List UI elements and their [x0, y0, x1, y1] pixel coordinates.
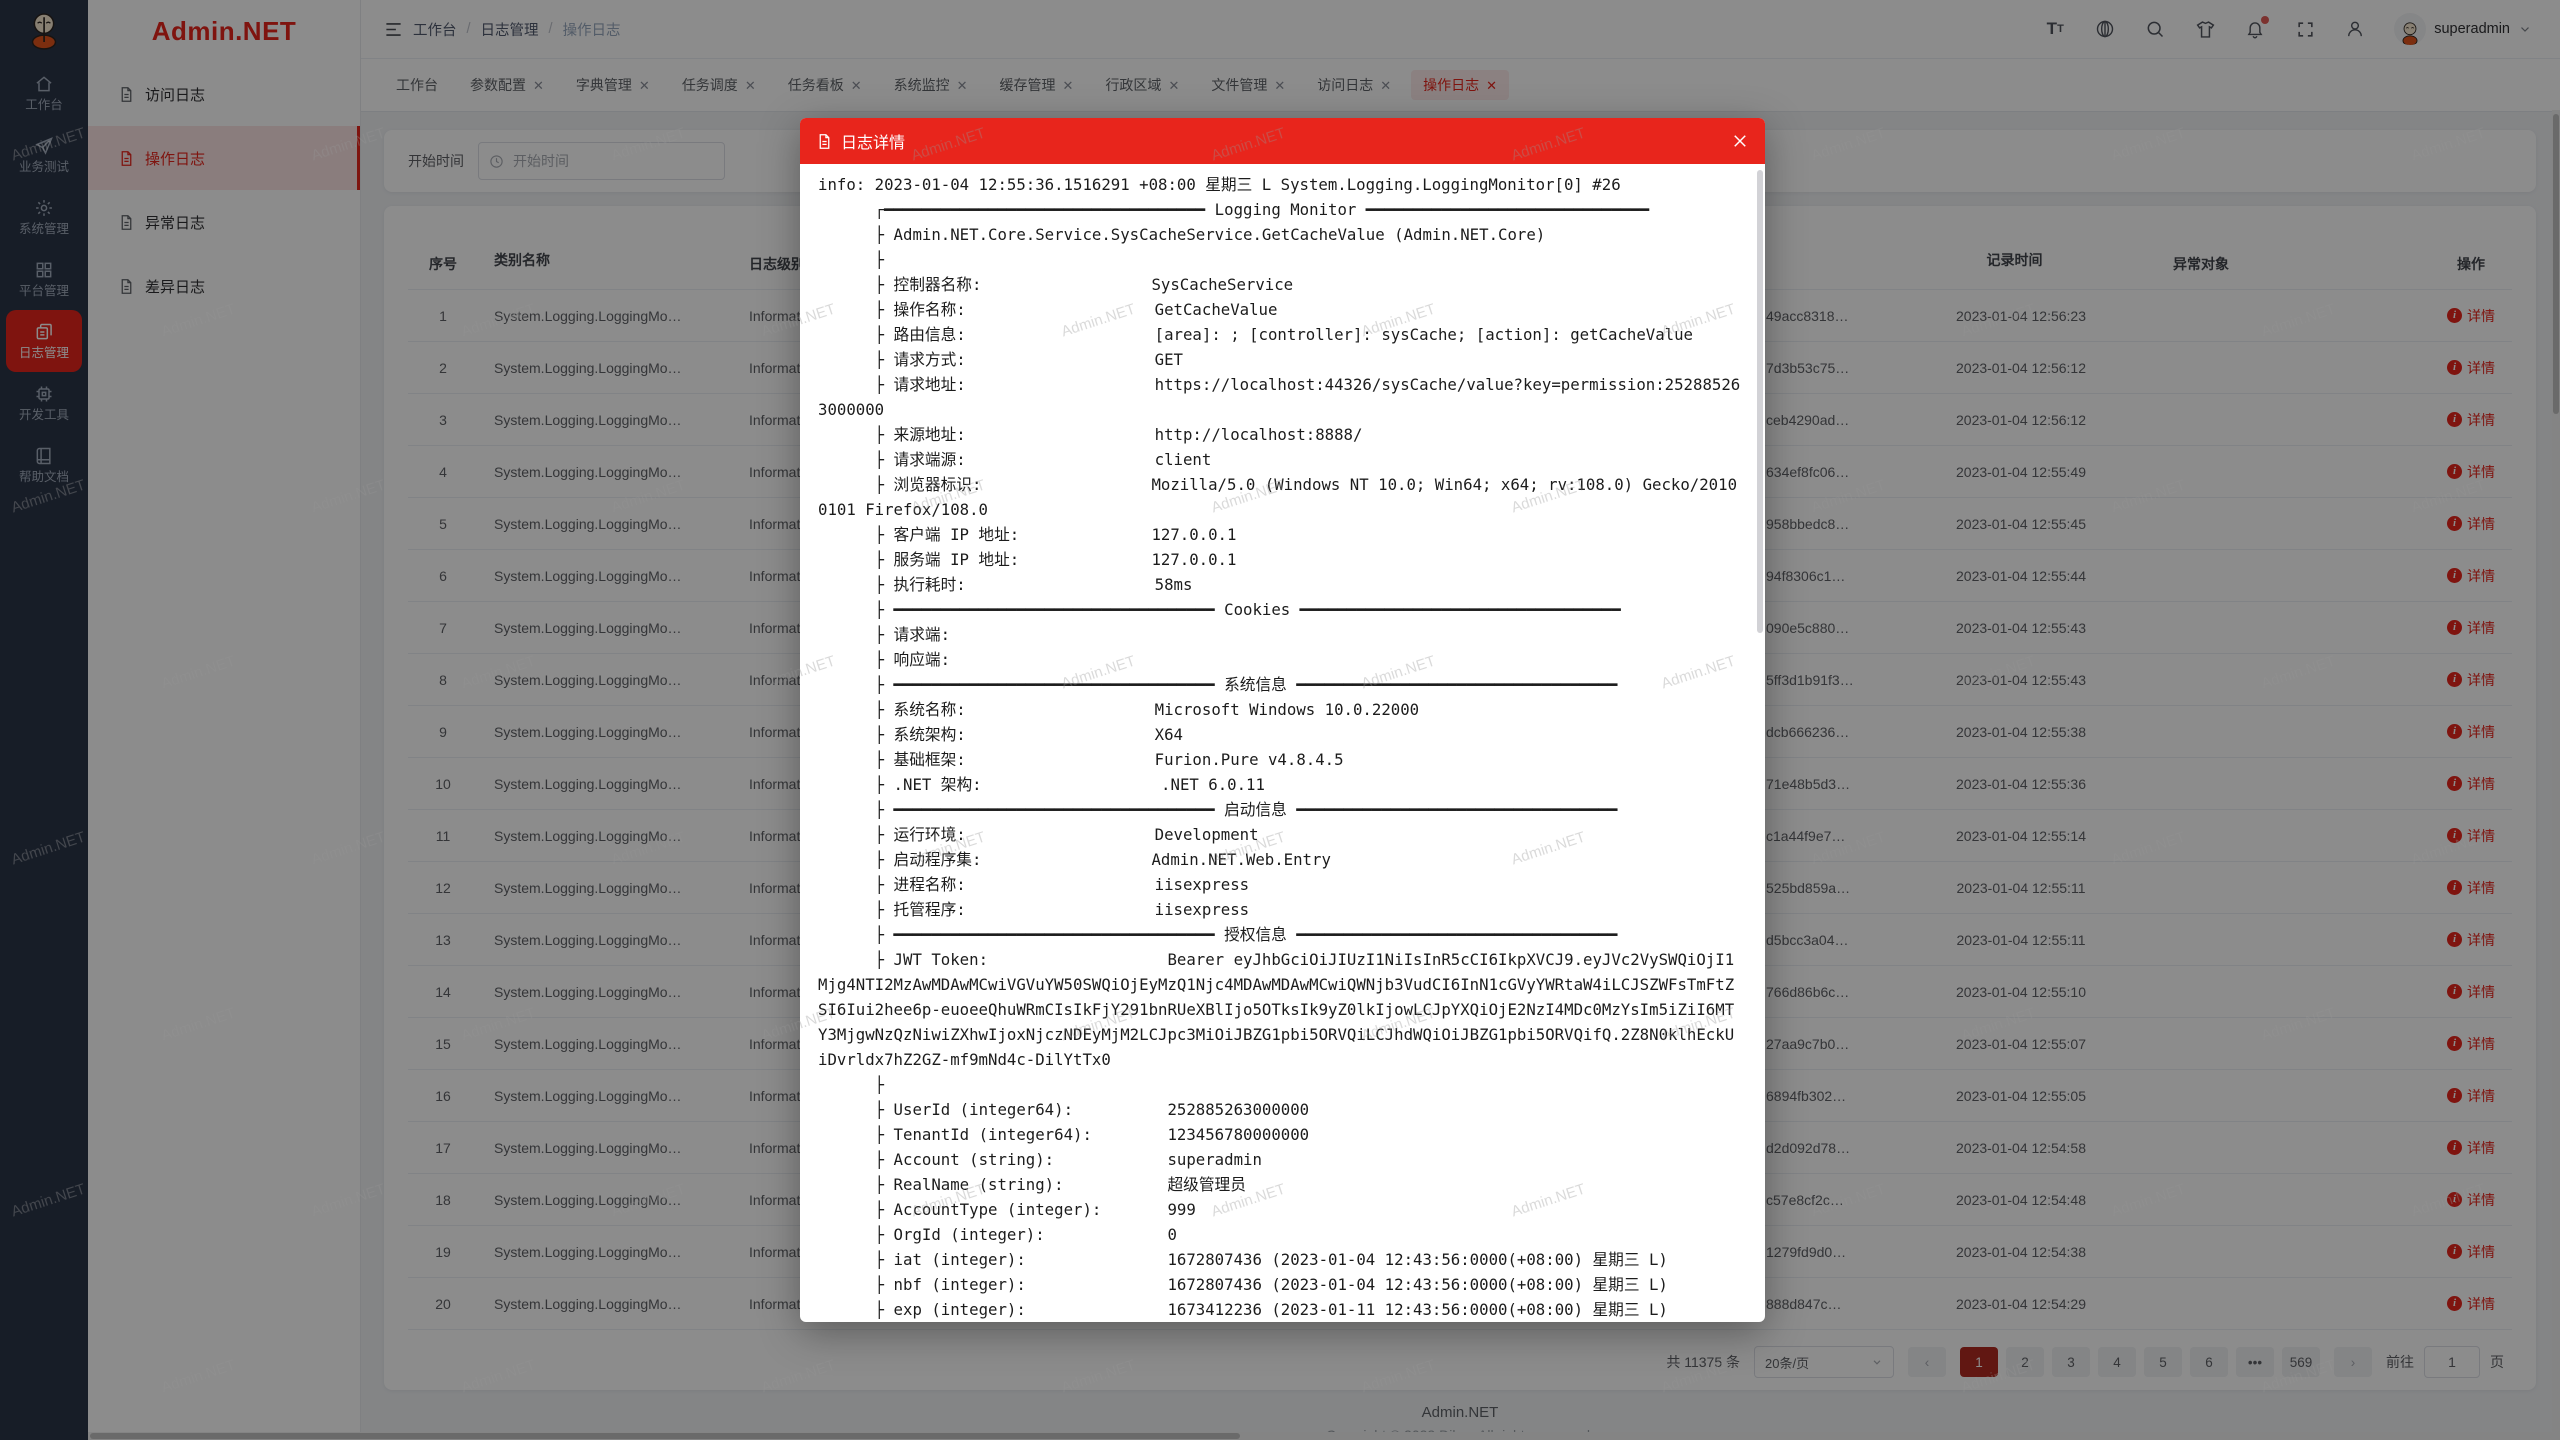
log-detail-dialog: 日志详情 info: 2023-01-04 12:55:36.1516291 +…: [800, 118, 1765, 1322]
file-icon: [816, 133, 833, 150]
dialog-title: 日志详情: [841, 129, 905, 153]
app-window: 工作台 业务测试 系统管理 平台管理 日志管理 开发工具 帮助文档 Admin.…: [0, 0, 2560, 1440]
close-icon[interactable]: [1731, 132, 1749, 150]
dialog-scrollbar-thumb[interactable]: [1757, 170, 1763, 633]
log-detail-text: info: 2023-01-04 12:55:36.1516291 +08:00…: [800, 164, 1765, 1322]
dialog-body: info: 2023-01-04 12:55:36.1516291 +08:00…: [800, 164, 1765, 1322]
dialog-header: 日志详情: [800, 118, 1765, 164]
